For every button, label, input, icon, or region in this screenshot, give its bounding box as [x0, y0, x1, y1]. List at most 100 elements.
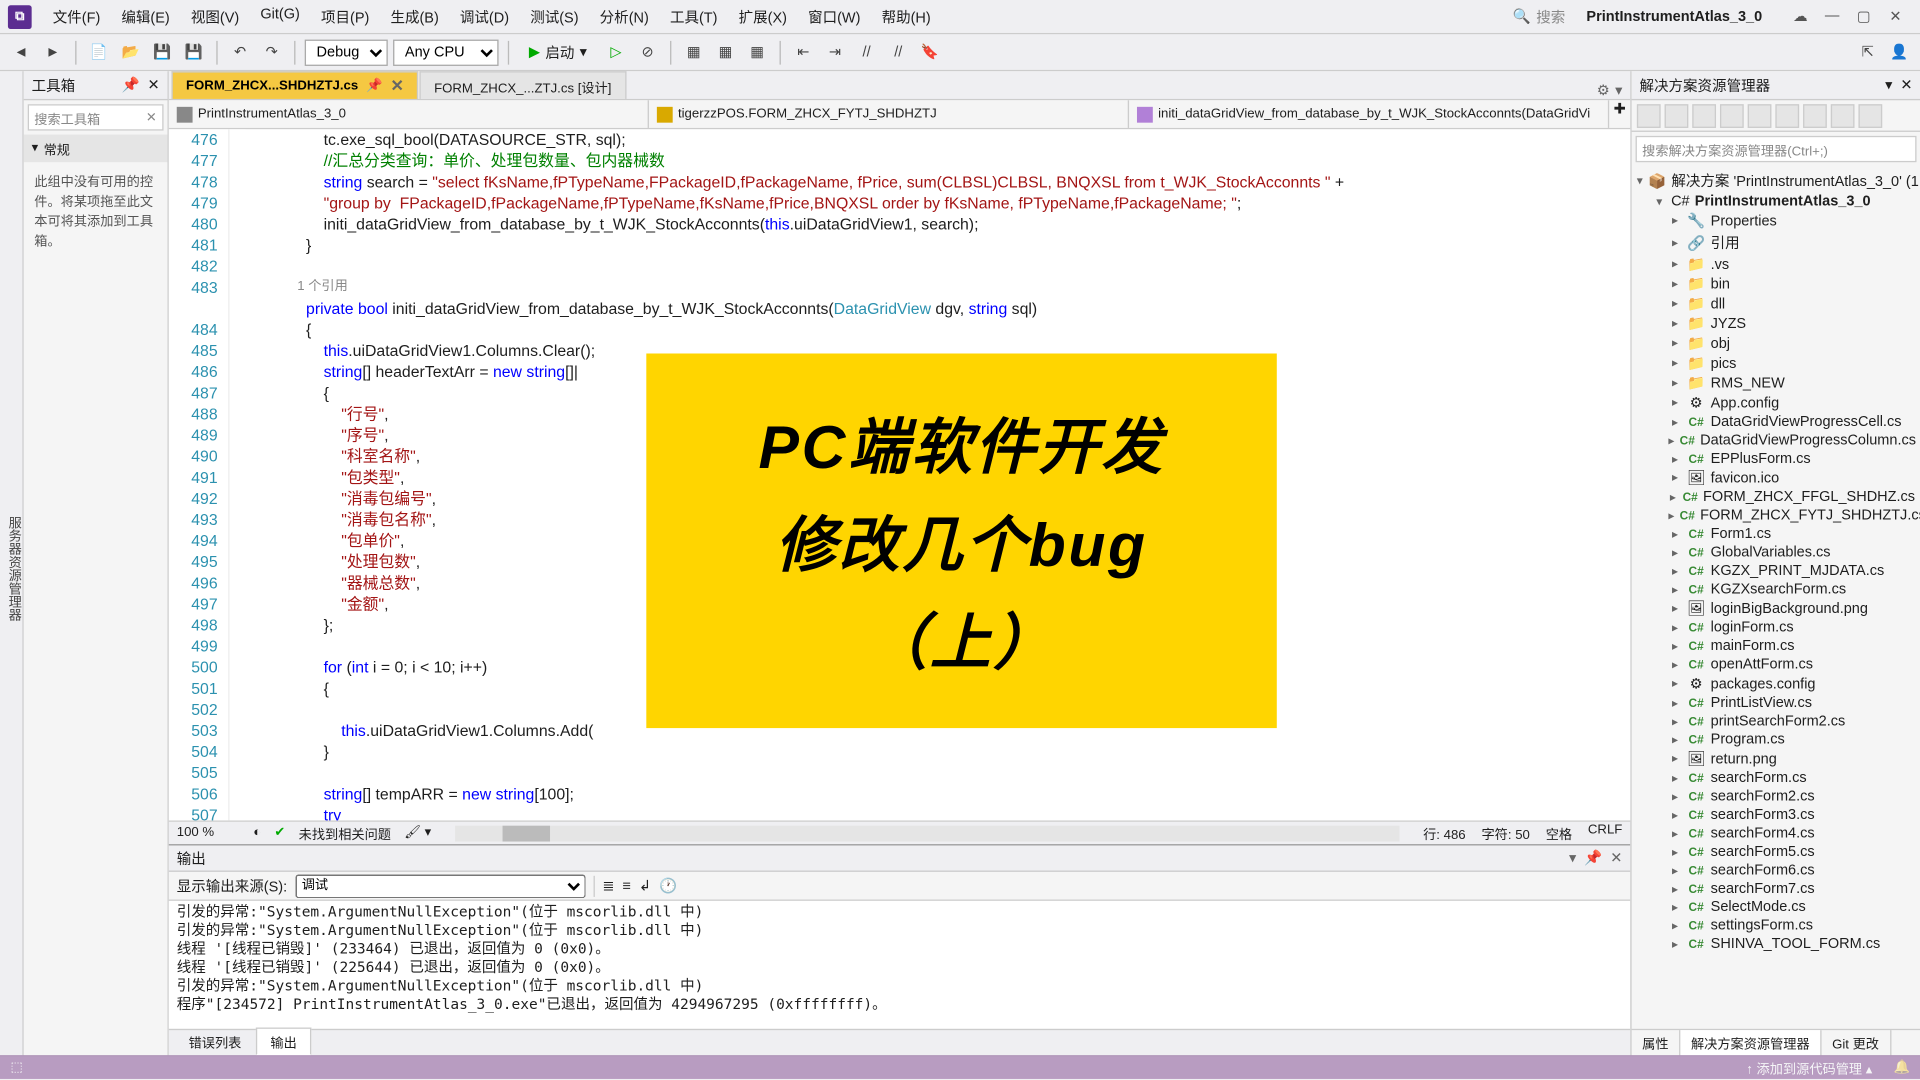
close-icon[interactable]: ✕ — [1610, 849, 1622, 866]
tree-node[interactable]: ▸C#EPPlusForm.cs — [1632, 450, 1920, 468]
tree-node[interactable]: ▸🖼return.png — [1632, 749, 1920, 769]
tree-node[interactable]: ▸C#KGZX_PRINT_MJDATA.cs — [1632, 562, 1920, 580]
tree-node[interactable]: ▸C#SelectMode.cs — [1632, 898, 1920, 916]
output-content[interactable]: 引发的异常:"System.ArgumentNullException"(位于 … — [169, 901, 1630, 1029]
wrap-icon[interactable]: ↲ — [639, 877, 651, 894]
tab-errorlist[interactable]: 错误列表 — [174, 1028, 256, 1056]
menu-item[interactable]: 扩展(X) — [728, 2, 797, 31]
server-explorer-tab[interactable]: 服务器资源管理器 — [0, 71, 24, 1055]
dropdown-icon[interactable]: ▾ — [1885, 77, 1892, 94]
tree-node[interactable]: ▸📁.vs — [1632, 255, 1920, 275]
tree-node[interactable]: ▸🖼favicon.ico — [1632, 468, 1920, 488]
redo-icon[interactable]: ↷ — [259, 39, 285, 65]
outdent-icon[interactable]: ⇥ — [822, 39, 848, 65]
toggle-icon[interactable]: ≡ — [623, 878, 631, 894]
tree-node[interactable]: ▸C#SHINVA_TOOL_FORM.cs — [1632, 935, 1920, 953]
saveall-icon[interactable]: 💾 — [181, 39, 207, 65]
menu-item[interactable]: 工具(T) — [659, 2, 728, 31]
maximize-icon[interactable]: ▢ — [1855, 8, 1873, 25]
nav-project[interactable]: PrintInstrumentAtlas_3_0 — [169, 100, 649, 128]
tree-node[interactable]: ▸📁pics — [1632, 353, 1920, 373]
tab-solution-explorer[interactable]: 解决方案资源管理器 — [1680, 1030, 1821, 1055]
close-icon[interactable]: ✕ — [147, 77, 159, 94]
tree-node[interactable]: ▸C#FORM_ZHCX_FYTJ_SHDHZTJ.cs — [1632, 506, 1920, 524]
menu-item[interactable]: 文件(F) — [42, 2, 111, 31]
start-noDebug-icon[interactable]: ▷ — [603, 39, 629, 65]
dropdown-icon[interactable]: ▾ — [1569, 849, 1576, 866]
menu-item[interactable]: 编辑(E) — [111, 2, 180, 31]
tab-form-ztj-design[interactable]: FORM_ZHCX_...ZTJ.cs [设计] — [420, 71, 626, 99]
bookmark-icon[interactable]: 🔖 — [917, 39, 943, 65]
tree-node[interactable]: ▸C#searchForm5.cs — [1632, 843, 1920, 861]
menu-item[interactable]: 调试(D) — [449, 2, 519, 31]
tree-node[interactable]: ▸C#DataGridViewProgressColumn.cs — [1632, 431, 1920, 449]
indent-icon[interactable]: ⇤ — [790, 39, 816, 65]
tree-node[interactable]: ▸C#searchForm6.cs — [1632, 861, 1920, 879]
gear-icon[interactable]: ⚙ — [1597, 82, 1610, 99]
tree-node[interactable]: ▸📁RMS_NEW — [1632, 373, 1920, 393]
tab-output[interactable]: 输出 — [256, 1028, 311, 1056]
tree-node[interactable]: ▾C#PrintInstrumentAtlas_3_0 — [1632, 193, 1920, 211]
close-icon[interactable]: ✕ — [390, 77, 403, 95]
tree-node[interactable]: ▸C#searchForm2.cs — [1632, 787, 1920, 805]
toolbox-search[interactable]: 搜索工具箱✕ — [28, 104, 164, 130]
menu-item[interactable]: 项目(P) — [310, 2, 379, 31]
tree-node[interactable]: ▸C#GlobalVariables.cs — [1632, 543, 1920, 561]
tree-node[interactable]: ▸C#mainForm.cs — [1632, 637, 1920, 655]
source-control-button[interactable]: ↑ 添加到源代码管理 ▴ — [1746, 1058, 1872, 1078]
uncomment-icon[interactable]: // — [885, 39, 911, 65]
clear-icon[interactable]: ≣ — [602, 877, 614, 894]
menu-item[interactable]: 帮助(H) — [871, 2, 941, 31]
minimize-icon[interactable]: — — [1823, 8, 1841, 25]
tree-node[interactable]: ▸C#searchForm7.cs — [1632, 880, 1920, 898]
tree-node[interactable]: ▸C#searchForm.cs — [1632, 769, 1920, 787]
tree-node[interactable]: ▸C#PrintListView.cs — [1632, 694, 1920, 712]
tree-node[interactable]: ▸C#openAttForm.cs — [1632, 656, 1920, 674]
pin-icon[interactable]: 📌 — [1584, 849, 1602, 866]
tree-node[interactable]: ▸📁obj — [1632, 334, 1920, 354]
user-icon[interactable]: 👤 — [1886, 39, 1912, 65]
solution-search[interactable]: 搜索解决方案资源管理器(Ctrl+;) — [1636, 136, 1917, 162]
undo-icon[interactable]: ↶ — [227, 39, 253, 65]
tree-node[interactable]: ▸C#searchForm3.cs — [1632, 806, 1920, 824]
menu-item[interactable]: 窗口(W) — [798, 2, 871, 31]
tree-node[interactable]: ▸📁JYZS — [1632, 314, 1920, 334]
menu-item[interactable]: 分析(N) — [589, 2, 659, 31]
tb3-icon[interactable]: ▦ — [744, 39, 770, 65]
menu-item[interactable]: 生成(B) — [380, 2, 449, 31]
tree-node[interactable]: ▸C#DataGridViewProgressCell.cs — [1632, 413, 1920, 431]
cloud-icon[interactable]: ☁ — [1791, 8, 1809, 25]
config-select[interactable]: Debug — [305, 39, 388, 65]
tree-node[interactable]: ▸C#loginForm.cs — [1632, 619, 1920, 637]
clock-icon[interactable]: 🕐 — [659, 877, 677, 894]
zoom-level[interactable]: 100 % — [177, 826, 240, 841]
share-icon[interactable]: ⇱ — [1855, 39, 1881, 65]
nav-method[interactable]: initi_dataGridView_from_database_by_t_WJ… — [1129, 100, 1609, 128]
tree-node[interactable]: ▸C#Program.cs — [1632, 731, 1920, 749]
home-icon[interactable] — [1637, 104, 1661, 128]
tree-node[interactable]: ▸C#settingsForm.cs — [1632, 917, 1920, 935]
tree-node[interactable]: ▾📦解决方案 'PrintInstrumentAtlas_3_0' (1 个项目 — [1632, 169, 1920, 193]
tree-node[interactable]: ▸⚙App.config — [1632, 393, 1920, 413]
clear-icon[interactable]: ✕ — [146, 110, 157, 125]
save-icon[interactable]: 💾 — [149, 39, 175, 65]
output-from-select[interactable]: 调试 — [295, 874, 585, 898]
menu-item[interactable]: 视图(V) — [180, 2, 249, 31]
menu-item[interactable]: Git(G) — [250, 2, 311, 31]
tree-node[interactable]: ▸🔗引用 — [1632, 231, 1920, 255]
nav-class[interactable]: tigerzzPOS.FORM_ZHCX_FYTJ_SHDHZTJ — [649, 100, 1129, 128]
pin-icon[interactable]: 📌 — [121, 77, 139, 94]
tab-properties[interactable]: 属性 — [1632, 1030, 1681, 1055]
new-icon[interactable]: 📄 — [86, 39, 112, 65]
tree-node[interactable]: ▸C#KGZXsearchForm.cs — [1632, 580, 1920, 598]
open-icon[interactable]: 📂 — [117, 39, 143, 65]
close-icon[interactable]: ✕ — [1900, 77, 1912, 94]
tree-node[interactable]: ▸🖼loginBigBackground.png — [1632, 599, 1920, 619]
forward-icon[interactable]: ► — [40, 39, 66, 65]
tb2-icon[interactable]: ▦ — [712, 39, 738, 65]
tb1-icon[interactable]: ▦ — [681, 39, 707, 65]
tree-node[interactable]: ▸📁dll — [1632, 294, 1920, 314]
split-icon[interactable]: ✚ — [1609, 100, 1630, 128]
tree-node[interactable]: ▸C#printSearchForm2.cs — [1632, 712, 1920, 730]
stop-icon[interactable]: ⊘ — [634, 39, 660, 65]
